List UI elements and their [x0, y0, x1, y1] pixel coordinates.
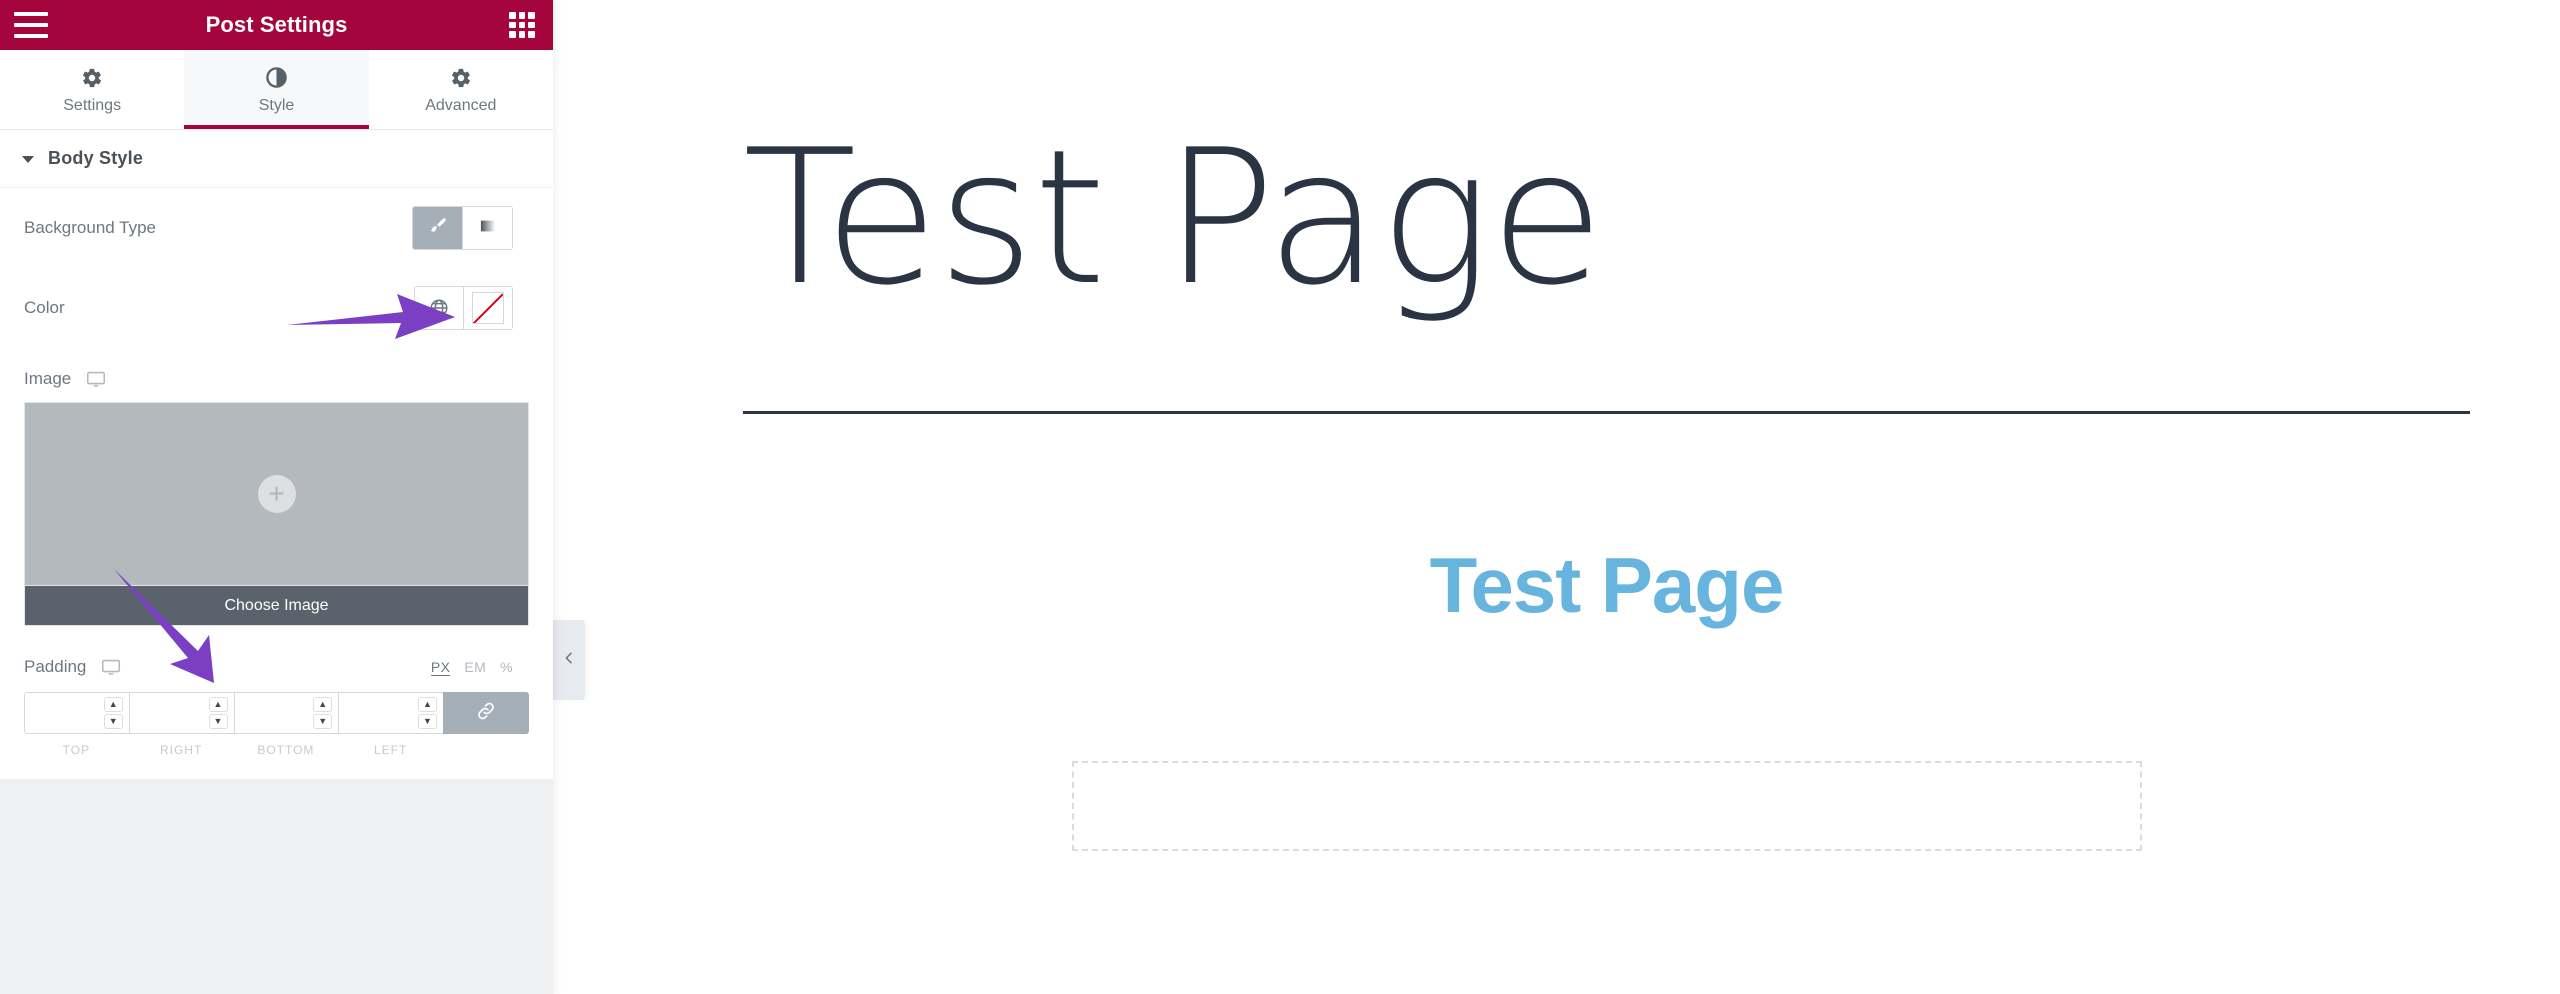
hamburger-icon[interactable]: [14, 12, 48, 38]
padding-right-input[interactable]: ▲ ▼: [128, 692, 234, 734]
panel-header: Post Settings: [0, 0, 553, 50]
padding-top-label: TOP: [62, 743, 91, 757]
padding-bottom-label: BOTTOM: [257, 743, 315, 757]
gradient-square-icon: [478, 216, 498, 241]
section-title: Body Style: [48, 148, 144, 168]
gear-icon: [81, 66, 103, 90]
color-group: [414, 286, 513, 330]
padding-fields: ▲ ▼ TOP ▲ ▼ RIGHT ▲ ▼ BOTTOM ▲ ▼ LEFT: [0, 692, 553, 757]
section-body-style: Body Style Background Type Color Image +…: [0, 130, 553, 779]
preview-content: Test Page Test Page: [553, 0, 2560, 851]
stepper-up-icon[interactable]: ▲: [313, 697, 333, 712]
padding-label: Padding: [24, 657, 87, 676]
padding-top-field: ▲ ▼ TOP: [24, 692, 129, 757]
image-label: Image: [24, 369, 72, 388]
background-type-label: Background Type: [24, 218, 156, 237]
color-swatch: [472, 292, 504, 324]
tab-settings[interactable]: Settings: [0, 50, 185, 129]
padding-bottom-field: ▲ ▼ BOTTOM: [233, 692, 339, 757]
panel-body: Body Style Background Type Color Image +…: [0, 130, 553, 994]
background-type-classic-button[interactable]: [413, 207, 463, 249]
control-padding: Padding PX EM %: [0, 626, 553, 692]
stepper-down-icon[interactable]: ▼: [418, 714, 437, 729]
unit-px[interactable]: PX: [430, 659, 451, 676]
unit-percent[interactable]: %: [500, 659, 513, 675]
desktop-monitor-icon[interactable]: [100, 656, 122, 678]
padding-right-label: RIGHT: [159, 743, 203, 757]
padding-left-label: LEFT: [373, 743, 408, 757]
tab-style-label: Style: [258, 96, 295, 114]
grid-apps-icon[interactable]: [509, 12, 535, 38]
gear-icon: [450, 66, 472, 90]
editor-app: Post Settings Settings Style Advanced Bo…: [0, 0, 2560, 994]
padding-top-input[interactable]: ▲ ▼: [24, 692, 129, 734]
page-preview: Test Page Test Page: [553, 0, 2560, 994]
stepper-top[interactable]: ▲ ▼: [103, 697, 123, 729]
stepper-down-icon[interactable]: ▼: [208, 714, 228, 729]
background-type-choices: [412, 206, 513, 250]
panel-title: Post Settings: [205, 12, 348, 37]
page-title: Test Page: [743, 109, 1604, 326]
panel-tabs: Settings Style Advanced: [0, 50, 553, 130]
stepper-left[interactable]: ▲ ▼: [418, 697, 437, 729]
control-background-type: Background Type: [0, 188, 553, 268]
title-divider: [743, 410, 2470, 414]
stepper-down-icon[interactable]: ▼: [103, 714, 123, 729]
section-body-style-header[interactable]: Body Style: [0, 130, 553, 188]
settings-panel: Post Settings Settings Style Advanced Bo…: [0, 0, 553, 994]
stepper-up-icon[interactable]: ▲: [418, 697, 437, 712]
unit-em[interactable]: EM: [464, 659, 486, 675]
image-drop-area[interactable]: +: [24, 402, 529, 586]
panel-collapse-handle[interactable]: [553, 620, 585, 700]
plus-circle-icon: +: [257, 475, 296, 513]
widget-heading: Test Page: [1429, 540, 1785, 629]
section-body-style-content: Background Type Color Image + Choose Ima…: [0, 188, 553, 779]
padding-right-field: ▲ ▼ RIGHT: [128, 692, 234, 757]
tab-settings-label: Settings: [63, 96, 122, 114]
globe-icon[interactable]: [415, 287, 464, 329]
padding-units: PX EM %: [430, 659, 513, 676]
background-type-gradient-button[interactable]: [463, 207, 512, 249]
control-image: Image: [0, 348, 553, 402]
tab-advanced[interactable]: Advanced: [368, 50, 553, 129]
tab-advanced-label: Advanced: [425, 96, 497, 114]
link-chain-icon: [475, 700, 497, 727]
contrast-half-circle-icon: [265, 66, 288, 90]
color-label: Color: [24, 298, 65, 317]
padding-left-field: ▲ ▼ LEFT: [338, 692, 443, 757]
control-color: Color: [0, 268, 553, 348]
chevron-left-icon: [561, 650, 577, 671]
padding-bottom-input[interactable]: ▲ ▼: [233, 692, 339, 734]
stepper-up-icon[interactable]: ▲: [103, 697, 123, 712]
stepper-bottom[interactable]: ▲ ▼: [313, 697, 333, 729]
no-color-swatch-icon[interactable]: [464, 287, 512, 329]
padding-left-input[interactable]: ▲ ▼: [338, 692, 443, 734]
chevron-down-icon: [22, 156, 34, 163]
stepper-down-icon[interactable]: ▼: [313, 714, 333, 729]
tab-style[interactable]: Style: [184, 50, 369, 129]
desktop-monitor-icon[interactable]: [85, 368, 107, 390]
choose-image-button[interactable]: Choose Image: [24, 586, 529, 626]
paint-brush-icon: [428, 216, 448, 241]
empty-widget-dropzone[interactable]: [1071, 760, 2142, 851]
link-values-button[interactable]: [443, 692, 529, 734]
stepper-right[interactable]: ▲ ▼: [208, 697, 228, 729]
stepper-up-icon[interactable]: ▲: [208, 697, 228, 712]
image-picker: + Choose Image: [0, 402, 553, 626]
